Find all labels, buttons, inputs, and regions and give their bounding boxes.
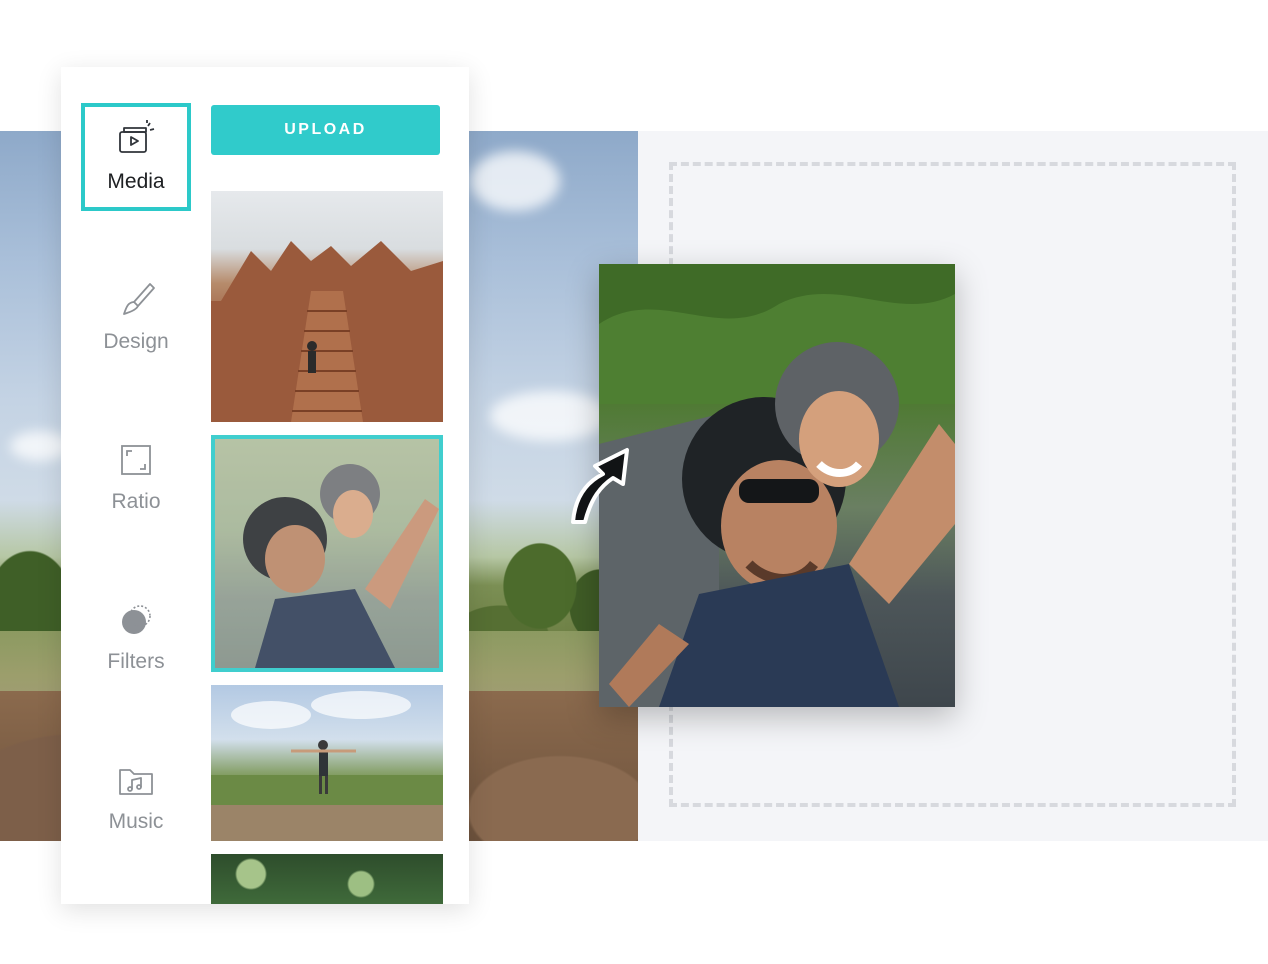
nav-label-design: Design	[103, 330, 169, 353]
nav-item-design[interactable]: Design	[81, 263, 191, 371]
nav-label-media: Media	[107, 170, 165, 193]
media-thumbnail-leaves[interactable]	[211, 854, 443, 904]
upload-button[interactable]: UPLOAD	[211, 105, 440, 155]
music-icon	[116, 760, 156, 800]
media-panel: Media Design Ratio Filters Music UPLOAD	[61, 67, 469, 904]
media-thumbnail-explorer[interactable]	[211, 685, 443, 841]
brush-icon	[116, 280, 156, 320]
ratio-icon	[116, 440, 156, 480]
media-thumbnail-selfie-selected[interactable]	[211, 435, 443, 672]
nav-label-filters: Filters	[107, 650, 165, 673]
nav-label-ratio: Ratio	[111, 490, 161, 513]
filters-icon	[116, 600, 156, 640]
media-icon	[116, 120, 156, 160]
drag-arrow-cursor-icon	[565, 442, 631, 528]
dragged-media-preview[interactable]	[599, 264, 955, 707]
nav-item-music[interactable]: Music	[81, 743, 191, 851]
nav-item-ratio[interactable]: Ratio	[81, 423, 191, 531]
nav-item-filters[interactable]: Filters	[81, 583, 191, 691]
nav-label-music: Music	[108, 810, 164, 833]
nav-item-media[interactable]: Media	[81, 103, 191, 211]
media-thumbnail-temple[interactable]	[211, 191, 443, 422]
